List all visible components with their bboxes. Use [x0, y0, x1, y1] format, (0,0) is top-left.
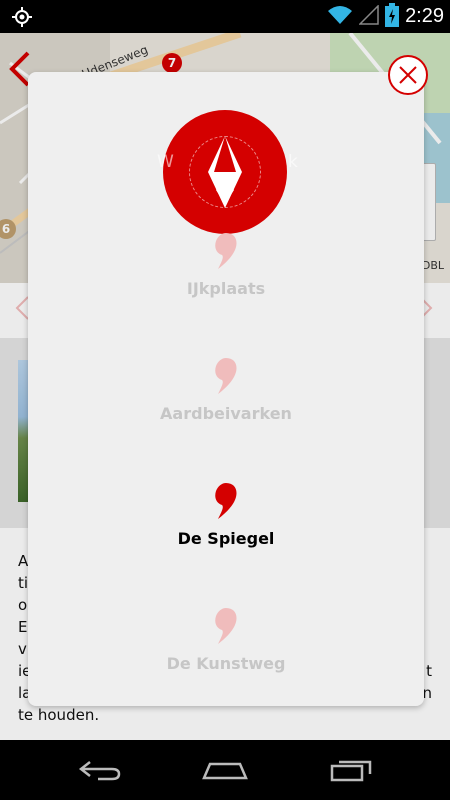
- close-icon: [399, 66, 417, 84]
- compass-button[interactable]: [163, 110, 287, 234]
- close-button[interactable]: [388, 55, 428, 95]
- back-icon[interactable]: [78, 758, 122, 786]
- compass-needle-icon: [208, 136, 242, 208]
- location-label: De Kunstweg: [166, 654, 286, 673]
- recent-apps-icon[interactable]: [330, 758, 374, 786]
- location-item-de-kunstweg[interactable]: De Kunstweg: [28, 608, 424, 673]
- location-target-icon: [12, 7, 32, 27]
- location-item-aardbeivarken[interactable]: Aardbeivarken: [28, 358, 424, 423]
- dialog-header-hidden-text: W: [157, 152, 174, 172]
- location-label: De Spiegel: [177, 529, 275, 548]
- status-bar: 2:29: [0, 0, 450, 33]
- location-label: Aardbeivarken: [160, 404, 292, 423]
- signal-icon: [358, 3, 379, 29]
- location-item-de-spiegel[interactable]: De Spiegel: [28, 483, 424, 548]
- location-pin-icon: [215, 233, 237, 269]
- battery-charging-icon: [385, 2, 400, 31]
- home-icon[interactable]: [202, 758, 248, 786]
- clock: 2:29: [405, 5, 444, 27]
- location-pin-icon: [215, 358, 237, 394]
- location-item-ijkplaats[interactable]: IJkplaats: [28, 233, 424, 298]
- system-nav-bar: [0, 740, 450, 800]
- wifi-icon: [327, 5, 353, 29]
- location-pin-icon: [215, 483, 237, 519]
- location-label: IJkplaats: [186, 279, 266, 298]
- dialog-header-hidden-text-right: k: [288, 152, 298, 172]
- location-pin-icon: [215, 608, 237, 644]
